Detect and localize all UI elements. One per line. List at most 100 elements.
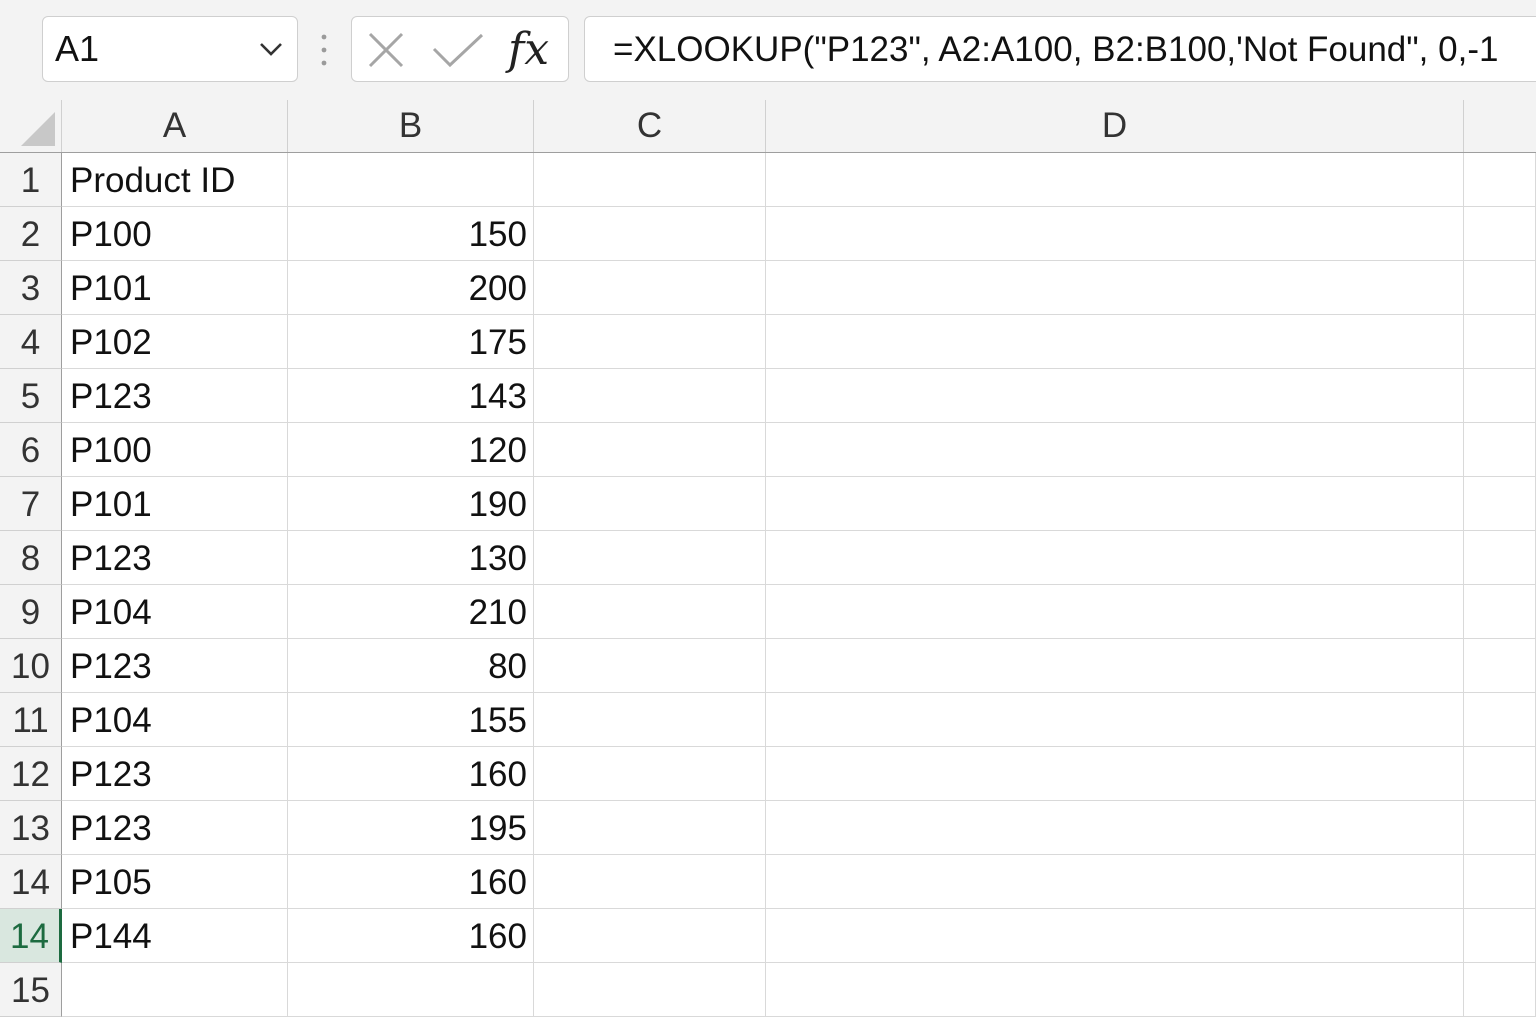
cell-d[interactable] <box>766 963 1464 1017</box>
cell-e[interactable] <box>1464 747 1536 801</box>
cell-b[interactable]: 190 <box>288 477 534 531</box>
cell-e[interactable] <box>1464 531 1536 585</box>
cell-d[interactable] <box>766 261 1464 315</box>
cell-e[interactable] <box>1464 207 1536 261</box>
cell-b[interactable]: 155 <box>288 693 534 747</box>
cell-e[interactable] <box>1464 153 1536 207</box>
cell-b[interactable]: 143 <box>288 369 534 423</box>
row-header[interactable]: 9 <box>0 585 62 639</box>
cell-e[interactable] <box>1464 909 1536 963</box>
cell-a[interactable]: P123 <box>62 369 288 423</box>
cell-b[interactable]: 175 <box>288 315 534 369</box>
column-header-c[interactable]: C <box>534 100 766 152</box>
column-header-d[interactable]: D <box>766 100 1464 152</box>
row-header[interactable]: 12 <box>0 747 62 801</box>
cell-e[interactable] <box>1464 423 1536 477</box>
cell-e[interactable] <box>1464 855 1536 909</box>
cell-c[interactable] <box>534 423 766 477</box>
cell-a[interactable]: P123 <box>62 801 288 855</box>
cell-b[interactable]: 210 <box>288 585 534 639</box>
row-header[interactable]: 13 <box>0 801 62 855</box>
cell-a[interactable]: P123 <box>62 639 288 693</box>
cell-c[interactable] <box>534 747 766 801</box>
cell-d[interactable] <box>766 477 1464 531</box>
row-header[interactable]: 7 <box>0 477 62 531</box>
cell-d[interactable] <box>766 801 1464 855</box>
cell-d[interactable] <box>766 639 1464 693</box>
cell-c[interactable] <box>534 801 766 855</box>
cell-e[interactable] <box>1464 963 1536 1017</box>
cell-e[interactable] <box>1464 693 1536 747</box>
cancel-icon[interactable] <box>366 31 406 69</box>
insert-function-icon[interactable]: fx <box>508 23 549 77</box>
cell-b[interactable] <box>288 963 534 1017</box>
cell-b[interactable]: 160 <box>288 909 534 963</box>
cell-a[interactable]: P144 <box>62 909 288 963</box>
cell-d[interactable] <box>766 747 1464 801</box>
cell-a[interactable]: Product ID <box>62 153 288 207</box>
row-header[interactable]: 15 <box>0 963 62 1017</box>
cell-e[interactable] <box>1464 477 1536 531</box>
cell-a[interactable]: P102 <box>62 315 288 369</box>
cell-c[interactable] <box>534 963 766 1017</box>
cell-d[interactable] <box>766 153 1464 207</box>
select-all-button[interactable] <box>0 100 62 152</box>
row-header[interactable]: 4 <box>0 315 62 369</box>
cell-b[interactable]: 160 <box>288 855 534 909</box>
row-header[interactable]: 14 <box>0 909 62 963</box>
cell-a[interactable]: P100 <box>62 423 288 477</box>
column-header-e[interactable] <box>1464 100 1536 152</box>
cell-d[interactable] <box>766 315 1464 369</box>
row-header[interactable]: 5 <box>0 369 62 423</box>
column-header-b[interactable]: B <box>288 100 534 152</box>
cell-d[interactable] <box>766 585 1464 639</box>
cell-d[interactable] <box>766 369 1464 423</box>
row-header[interactable]: 3 <box>0 261 62 315</box>
cell-a[interactable]: P104 <box>62 693 288 747</box>
cell-b[interactable]: 150 <box>288 207 534 261</box>
cell-a[interactable]: P123 <box>62 531 288 585</box>
cell-b[interactable]: 80 <box>288 639 534 693</box>
chevron-down-icon[interactable] <box>257 35 285 63</box>
cell-a[interactable] <box>62 963 288 1017</box>
cell-c[interactable] <box>534 207 766 261</box>
cell-c[interactable] <box>534 693 766 747</box>
cell-a[interactable]: P123 <box>62 747 288 801</box>
cell-b[interactable]: 160 <box>288 747 534 801</box>
cell-e[interactable] <box>1464 261 1536 315</box>
cell-e[interactable] <box>1464 585 1536 639</box>
cell-c[interactable] <box>534 585 766 639</box>
cell-b[interactable]: 120 <box>288 423 534 477</box>
formula-input[interactable]: =XLOOKUP("P123", A2:A100, B2:B100,'Not F… <box>584 16 1536 82</box>
cell-d[interactable] <box>766 423 1464 477</box>
cell-d[interactable] <box>766 207 1464 261</box>
row-header[interactable]: 1 <box>0 153 62 207</box>
row-header[interactable]: 8 <box>0 531 62 585</box>
row-header[interactable]: 2 <box>0 207 62 261</box>
cell-b[interactable]: 195 <box>288 801 534 855</box>
cell-e[interactable] <box>1464 639 1536 693</box>
cell-a[interactable]: P104 <box>62 585 288 639</box>
cell-c[interactable] <box>534 855 766 909</box>
row-header[interactable]: 11 <box>0 693 62 747</box>
row-header[interactable]: 14 <box>0 855 62 909</box>
name-box[interactable]: A1 <box>42 16 298 82</box>
cell-c[interactable] <box>534 639 766 693</box>
cell-c[interactable] <box>534 261 766 315</box>
cell-a[interactable]: P100 <box>62 207 288 261</box>
resize-grip-icon[interactable] <box>318 32 330 68</box>
cell-b[interactable]: 130 <box>288 531 534 585</box>
cell-b[interactable]: 200 <box>288 261 534 315</box>
row-header[interactable]: 6 <box>0 423 62 477</box>
cell-c[interactable] <box>534 477 766 531</box>
cell-d[interactable] <box>766 909 1464 963</box>
cell-a[interactable]: P105 <box>62 855 288 909</box>
cell-d[interactable] <box>766 531 1464 585</box>
cell-e[interactable] <box>1464 801 1536 855</box>
cell-a[interactable]: P101 <box>62 477 288 531</box>
cell-d[interactable] <box>766 693 1464 747</box>
column-header-a[interactable]: A <box>62 100 288 152</box>
cell-c[interactable] <box>534 153 766 207</box>
cell-e[interactable] <box>1464 369 1536 423</box>
cell-b[interactable] <box>288 153 534 207</box>
